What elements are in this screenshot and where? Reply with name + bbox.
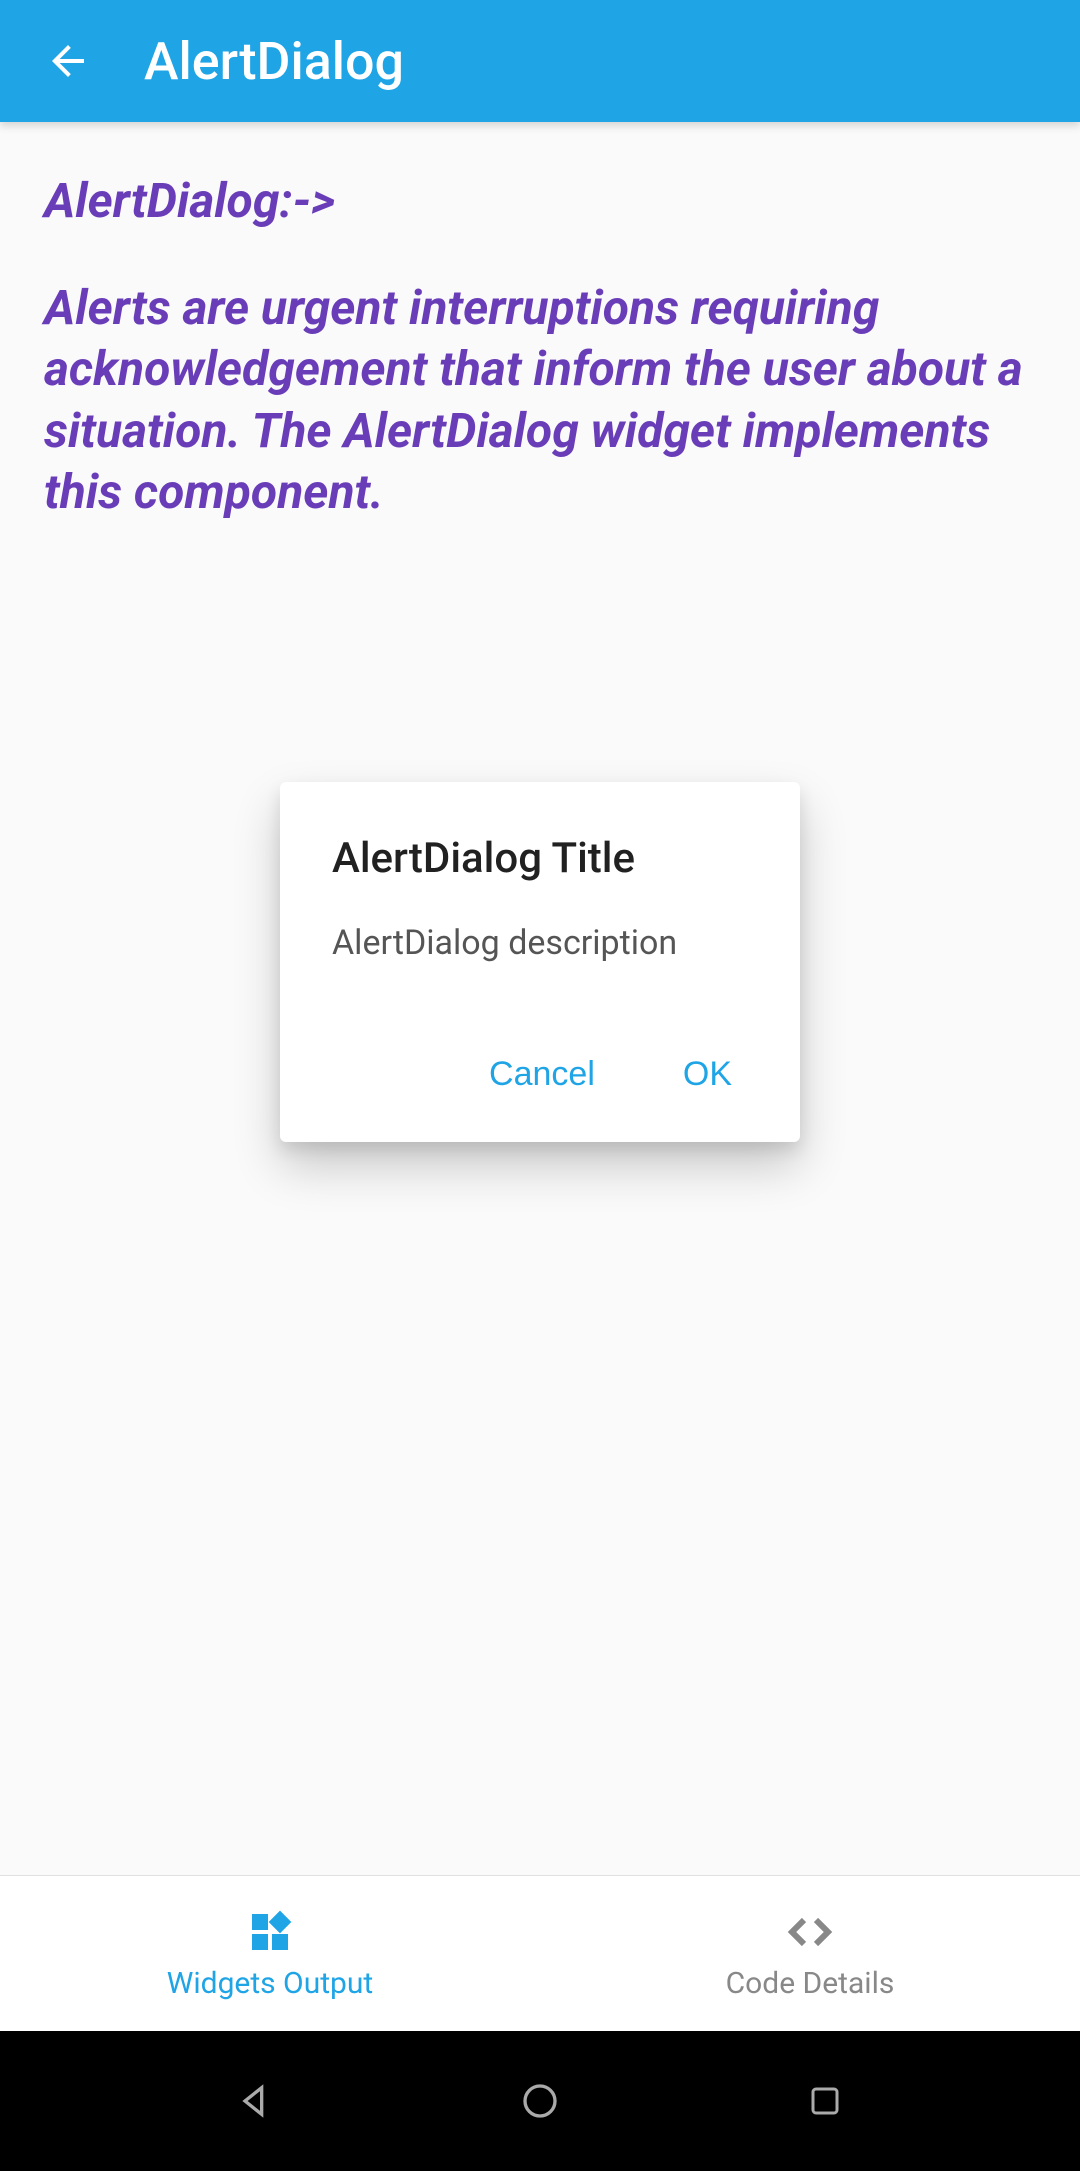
page-heading: AlertDialog:-> [44, 172, 1036, 229]
page-description: Alerts are urgent interruptions requirin… [44, 277, 1036, 523]
tab-widgets-output[interactable]: Widgets Output [0, 1876, 540, 2031]
ok-button[interactable]: OK [675, 1043, 740, 1106]
app-bar-title: AlertDialog [144, 31, 404, 92]
back-arrow-icon[interactable] [40, 33, 96, 89]
system-recent-icon[interactable] [795, 2071, 855, 2131]
alert-dialog: AlertDialog Title AlertDialog descriptio… [280, 782, 800, 1142]
dialog-actions: Cancel OK [332, 1043, 748, 1122]
content-area: AlertDialog:-> Alerts are urgent interru… [0, 122, 1080, 1875]
widgets-icon [244, 1906, 296, 1958]
dialog-title: AlertDialog Title [332, 834, 748, 883]
cancel-button[interactable]: Cancel [481, 1043, 603, 1106]
nav-label-widgets: Widgets Output [167, 1966, 374, 2001]
nav-label-code: Code Details [726, 1966, 895, 2001]
system-home-icon[interactable] [510, 2071, 570, 2131]
bottom-nav: Widgets Output Code Details [0, 1875, 1080, 2031]
app-bar: AlertDialog [0, 0, 1080, 122]
system-back-icon[interactable] [225, 2071, 285, 2131]
dialog-container: AlertDialog Title AlertDialog descriptio… [0, 782, 1080, 1142]
system-navigation-bar [0, 2031, 1080, 2171]
code-icon [784, 1906, 836, 1958]
dialog-description: AlertDialog description [332, 923, 748, 963]
tab-code-details[interactable]: Code Details [540, 1876, 1080, 2031]
